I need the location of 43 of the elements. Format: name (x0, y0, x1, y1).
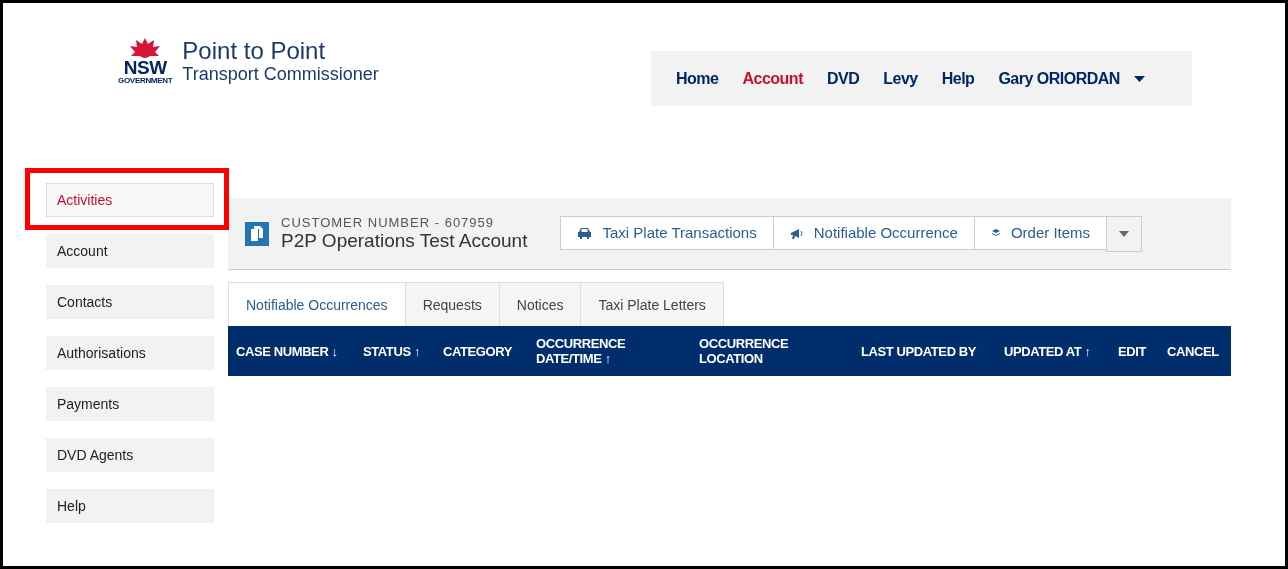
stack-icon (990, 227, 1001, 238)
column-header[interactable]: EDIT (1118, 343, 1167, 359)
waratah-icon (130, 38, 161, 60)
column-header[interactable]: OCCURRENCE LOCATION (699, 336, 799, 366)
caret-icon (1119, 230, 1130, 237)
action-button[interactable]: Notifiable Occurrence (772, 215, 975, 250)
document-icon (245, 221, 269, 246)
sidebar-item[interactable]: Authorisations (46, 336, 214, 370)
dropdown-button[interactable] (1106, 215, 1143, 252)
action-button[interactable]: Order Items (973, 215, 1108, 250)
column-header[interactable]: CASE NUMBER ↓ (236, 343, 363, 359)
sidebar-item[interactable]: Activities (46, 183, 214, 217)
nav-link[interactable]: Help (929, 69, 987, 88)
action-button[interactable]: Taxi Plate Transactions (560, 215, 774, 250)
sidebar-item[interactable]: Contacts (46, 285, 214, 319)
account-name: P2P Operations Test Account (281, 230, 528, 252)
column-header[interactable]: STATUS ↑ (363, 343, 443, 359)
site-title: Point to Point (182, 38, 327, 64)
nav-link[interactable]: Levy (871, 69, 930, 88)
caret-icon (1133, 75, 1145, 82)
column-header[interactable]: LAST UPDATED BY (861, 343, 1004, 359)
nav-link[interactable]: Gary ORIORDAN (986, 69, 1157, 88)
nav-link[interactable]: DVD (814, 69, 872, 88)
tab[interactable]: Notifiable Occurrences (228, 282, 406, 326)
customer-number: CUSTOMER NUMBER - 607959 (281, 215, 496, 230)
logo-subtext: GOVERNMENT (118, 76, 173, 85)
sidebar-item[interactable]: Help (46, 489, 214, 523)
tab[interactable]: Notices (498, 282, 582, 326)
column-header[interactable]: OCCURRENCE DATE/TIME ↑ (536, 336, 636, 366)
tab[interactable]: Taxi Plate Letters (580, 282, 724, 326)
nav-link[interactable]: Home (664, 69, 731, 88)
logo-text: NSW (123, 60, 167, 76)
column-header[interactable]: CANCEL (1167, 343, 1227, 359)
car-icon (577, 226, 593, 239)
column-header[interactable]: UPDATED AT ↑ (1004, 343, 1118, 359)
sidebar-item[interactable]: Account (46, 234, 214, 268)
nav-link[interactable]: Account (730, 69, 815, 88)
sidebar-item[interactable]: Payments (46, 387, 214, 421)
column-header[interactable]: CATEGORY (443, 343, 536, 359)
site-subtitle: Transport Commissioner (182, 64, 379, 84)
megaphone-icon (789, 226, 804, 239)
sidebar-item[interactable]: DVD Agents (46, 438, 214, 472)
tab[interactable]: Requests (404, 282, 500, 326)
